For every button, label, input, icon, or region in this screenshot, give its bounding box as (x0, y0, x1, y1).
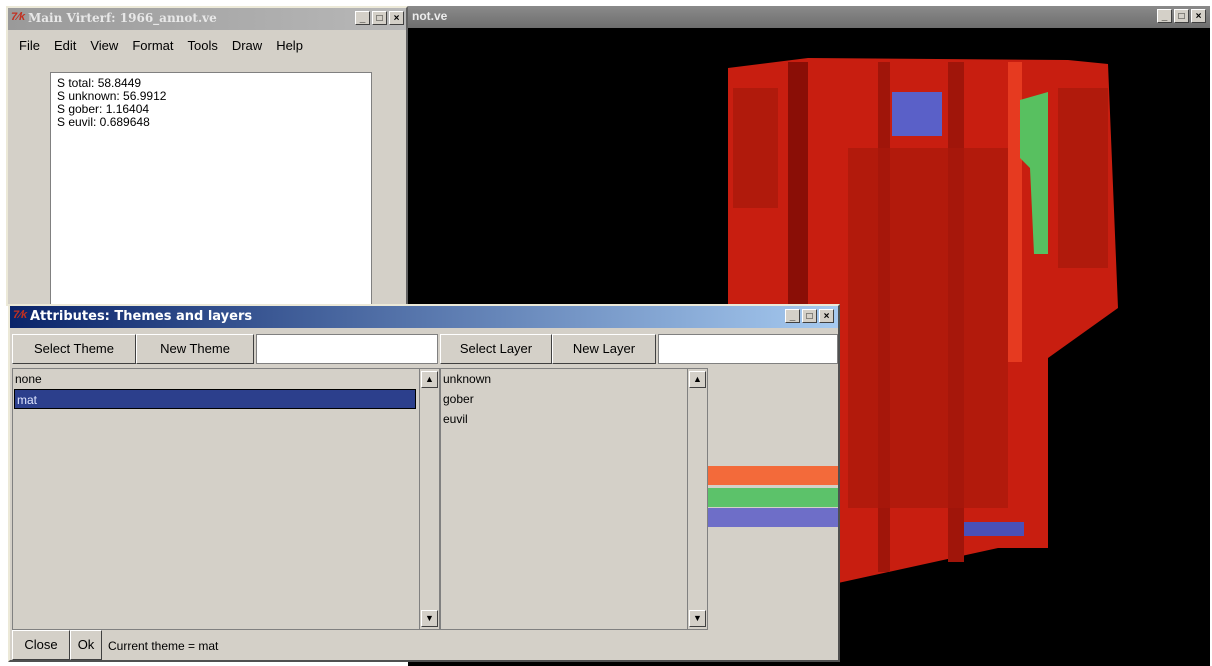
minimize-button[interactable]: _ (785, 309, 800, 323)
new-theme-button[interactable]: New Theme (136, 334, 254, 364)
menu-draw[interactable]: Draw (225, 38, 269, 58)
layer-color-swatch (708, 466, 838, 485)
status-text: Current theme = mat (108, 639, 219, 653)
select-layer-button[interactable]: Select Layer (440, 334, 552, 364)
viewer-title: not.ve (412, 9, 448, 23)
theme-name-input[interactable] (256, 334, 438, 364)
list-item[interactable]: gober (441, 389, 707, 409)
main-title: Main Virterf: 1966_annot.ve (28, 11, 217, 25)
menu-tools[interactable]: Tools (180, 38, 224, 58)
new-layer-button[interactable]: New Layer (552, 334, 656, 364)
select-theme-button[interactable]: Select Theme (12, 334, 136, 364)
menu-edit[interactable]: Edit (47, 38, 83, 58)
main-titlebar[interactable]: 7⁄k Main Virterf: 1966_annot.ve _ □ × (8, 8, 406, 30)
list-item-selected[interactable]: mat (14, 389, 416, 409)
menu-help[interactable]: Help (269, 38, 310, 58)
layer-list-scrollbar[interactable]: ▲ ▼ (687, 369, 707, 629)
maximize-button[interactable]: □ (372, 11, 387, 25)
list-item[interactable]: euvil (441, 409, 707, 429)
minimize-button[interactable]: _ (355, 11, 370, 25)
scroll-down-icon[interactable]: ▼ (689, 610, 706, 627)
scroll-up-icon[interactable]: ▲ (421, 371, 438, 388)
tk-logo-icon: 7⁄k (11, 11, 26, 23)
viewer-titlebar[interactable]: not.ve _ □ × (408, 6, 1210, 28)
menubar: File Edit View Format Tools Draw Help (8, 30, 406, 62)
menu-format[interactable]: Format (125, 38, 180, 58)
layer-list[interactable]: unknown gober euvil ▲ ▼ (440, 368, 708, 630)
theme-list-scrollbar[interactable]: ▲ ▼ (419, 369, 439, 629)
scroll-down-icon[interactable]: ▼ (421, 610, 438, 627)
list-item[interactable]: none (13, 369, 419, 389)
layer-color-swatch (708, 488, 838, 507)
close-dialog-button[interactable]: Close (12, 630, 70, 660)
close-button[interactable]: × (1191, 9, 1206, 23)
theme-list[interactable]: none mat ▲ ▼ (12, 368, 440, 630)
output-text-area[interactable]: S total: 58.8449 S unknown: 56.9912 S go… (50, 72, 372, 308)
maximize-button[interactable]: □ (1174, 9, 1189, 23)
close-button[interactable]: × (819, 309, 834, 323)
menu-view[interactable]: View (83, 38, 125, 58)
attributes-titlebar[interactable]: 7⁄k Attributes: Themes and layers _ □ × (10, 306, 838, 328)
attributes-dialog: 7⁄k Attributes: Themes and layers _ □ × … (8, 304, 840, 662)
close-button[interactable]: × (389, 11, 404, 25)
main-window: 7⁄k Main Virterf: 1966_annot.ve _ □ × Fi… (6, 6, 408, 308)
attributes-title: Attributes: Themes and layers (30, 309, 253, 324)
minimize-button[interactable]: _ (1157, 9, 1172, 23)
layer-color-swatch (708, 508, 838, 527)
layer-name-input[interactable] (658, 334, 838, 364)
menu-file[interactable]: File (12, 38, 47, 58)
output-line: S euvil: 0.689648 (57, 115, 150, 129)
tk-logo-icon: 7⁄k (13, 309, 28, 321)
list-item[interactable]: unknown (441, 369, 707, 389)
ok-button[interactable]: Ok (70, 630, 102, 660)
scroll-up-icon[interactable]: ▲ (689, 371, 706, 388)
maximize-button[interactable]: □ (802, 309, 817, 323)
